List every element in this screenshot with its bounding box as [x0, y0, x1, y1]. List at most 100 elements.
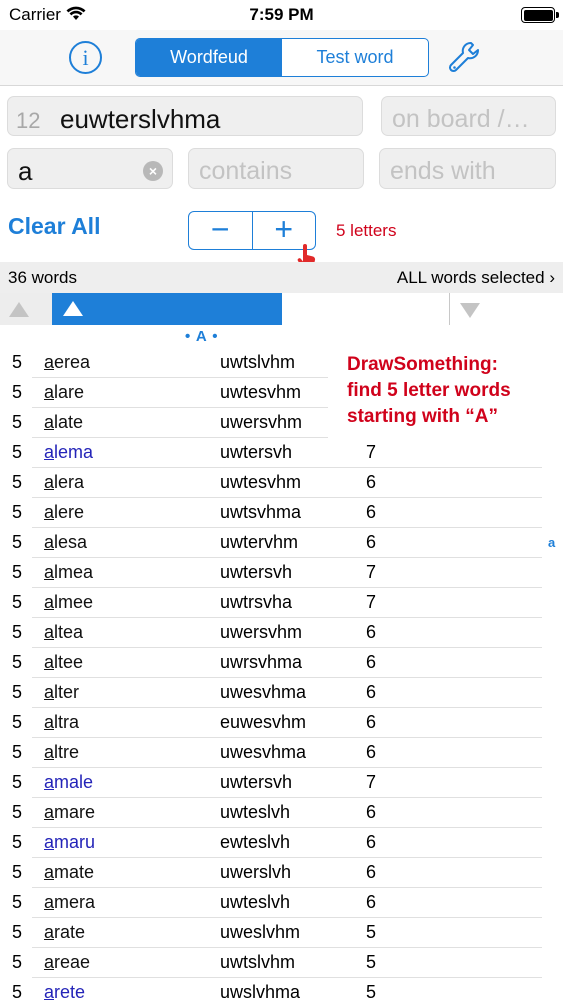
word-rest: lema [54, 442, 94, 462]
wrench-icon[interactable] [447, 40, 483, 81]
word-first-letter: a [44, 622, 55, 642]
list-item[interactable]: 5 almee uwtrsvha 7 [0, 588, 563, 618]
list-item[interactable]: 5 arate uweslvhm 5 [0, 918, 563, 948]
list-item[interactable]: 5 amare uwteslvh 6 [0, 798, 563, 828]
word-rest: ltea [54, 622, 84, 642]
word-length: 5 [12, 682, 23, 702]
word-length: 5 [12, 532, 23, 552]
list-item[interactable]: 5 alema uwtersvh 7 [0, 438, 563, 468]
annotation-line: DrawSomething: [347, 354, 498, 375]
word-first-letter: a [44, 952, 55, 972]
sort-ascending-icon [9, 302, 29, 317]
list-item[interactable]: 5 amale uwtersvh 7 [0, 768, 563, 798]
word-score: 6 [366, 472, 377, 492]
word-text: amaru [44, 832, 95, 853]
word-score: 7 [366, 562, 377, 582]
list-item[interactable]: 5 alter uwesvhma 6 [0, 678, 563, 708]
remaining-letters: uwersvhm [220, 412, 303, 432]
word-length: 5 [12, 802, 23, 822]
word-text: altea [44, 622, 83, 643]
word-text: alate [44, 412, 83, 433]
contains-input[interactable]: contains [188, 148, 364, 189]
remaining-letters: uwtervhm [220, 532, 299, 552]
list-item[interactable]: 5 alere uwtsvhma 6 [0, 498, 563, 528]
word-score: 6 [366, 892, 377, 912]
sort-ascending-icon [63, 301, 83, 316]
word-first-letter: a [44, 562, 55, 582]
remaining-letters: uwteslvh [220, 892, 291, 912]
list-item[interactable]: 5 alera uwtesvhm 6 [0, 468, 563, 498]
word-rest: lera [54, 472, 85, 492]
word-score: 6 [366, 682, 377, 702]
sort-remaining-button[interactable] [282, 293, 450, 325]
sort-bar [0, 293, 563, 325]
clear-field-icon[interactable]: × [143, 161, 163, 181]
word-first-letter: a [44, 892, 55, 912]
clear-all-button[interactable]: Clear All [8, 213, 100, 240]
word-length: 5 [12, 952, 23, 972]
list-item[interactable]: 5 alesa uwtervhm 6 [0, 528, 563, 558]
remaining-letters: uwteslvh [220, 802, 291, 822]
word-score: 5 [366, 952, 377, 972]
list-item[interactable]: 5 arete uwslvhma 5 [0, 978, 563, 1000]
list-item[interactable]: 5 amaru ewteslvh 6 [0, 828, 563, 858]
info-icon[interactable]: i [69, 41, 102, 74]
word-length: 5 [12, 982, 23, 1000]
decrease-length-button[interactable]: − [189, 212, 253, 249]
chevron-right-icon: › [549, 268, 555, 287]
word-rest: ltre [54, 742, 80, 762]
word-text: alera [44, 472, 84, 493]
word-score: 7 [366, 772, 377, 792]
list-item[interactable]: 5 almea uwtersvh 7 [0, 558, 563, 588]
section-index-letter[interactable]: a [548, 535, 555, 550]
word-length: 5 [12, 382, 23, 402]
word-score: 6 [366, 652, 377, 672]
selection-filter[interactable]: ALL words selected › [397, 268, 555, 288]
ends-with-input[interactable]: ends with [379, 148, 556, 189]
word-score: 7 [366, 592, 377, 612]
word-text: alere [44, 502, 84, 523]
word-list: 5 aerea uwtslvhm 5 alare uwtesvhm 5 alate uwersv… [0, 348, 563, 1000]
word-text: almee [44, 592, 93, 613]
sort-word-button[interactable] [52, 293, 282, 325]
word-first-letter: a [44, 862, 55, 882]
list-item[interactable]: 5 altea uwersvhm 6 [0, 618, 563, 648]
list-item[interactable]: 5 altra euwesvhm 6 [0, 708, 563, 738]
list-item[interactable]: 5 amera uwteslvh 6 [0, 888, 563, 918]
word-rest: lter [54, 682, 80, 702]
remaining-letters: uwtersvh [220, 442, 293, 462]
word-text: arete [44, 982, 85, 1000]
segment-test-word[interactable]: Test word [282, 39, 428, 76]
word-rest: ltee [54, 652, 84, 672]
word-text: alema [44, 442, 93, 463]
list-item[interactable]: 5 amate uwerslvh 6 [0, 858, 563, 888]
starts-with-input[interactable]: a × [7, 148, 173, 189]
word-length: 5 [12, 862, 23, 882]
annotation-line: starting with “A” [347, 406, 498, 427]
remaining-letters: uwtrsvha [220, 592, 293, 612]
word-score: 5 [366, 982, 377, 1000]
list-item[interactable]: 5 areae uwtslvhm 5 [0, 948, 563, 978]
sort-score-button[interactable] [450, 293, 563, 325]
word-length: 5 [12, 592, 23, 612]
word-length: 5 [12, 772, 23, 792]
word-first-letter: a [44, 652, 55, 672]
letters-count: 12 [16, 108, 41, 133]
word-rest: erea [54, 352, 91, 372]
starts-with-value: a [18, 156, 33, 186]
word-text: aerea [44, 352, 90, 373]
segment-wordfeud[interactable]: Wordfeud [136, 39, 282, 76]
remaining-letters: uwtslvhm [220, 352, 296, 372]
board-input[interactable]: on board /… [381, 96, 556, 136]
letters-input[interactable]: 12 euwterslvhma [7, 96, 363, 136]
word-first-letter: a [44, 982, 55, 1000]
remaining-letters: uwrsvhma [220, 652, 303, 672]
section-header: • A • [185, 328, 219, 345]
word-rest: rete [54, 982, 86, 1000]
list-item[interactable]: 5 altee uwrsvhma 6 [0, 648, 563, 678]
list-item[interactable]: 5 altre uwesvhma 6 [0, 738, 563, 768]
word-first-letter: a [44, 352, 55, 372]
word-length: 5 [12, 712, 23, 732]
word-text: alesa [44, 532, 87, 553]
sort-length-button[interactable] [0, 293, 52, 325]
